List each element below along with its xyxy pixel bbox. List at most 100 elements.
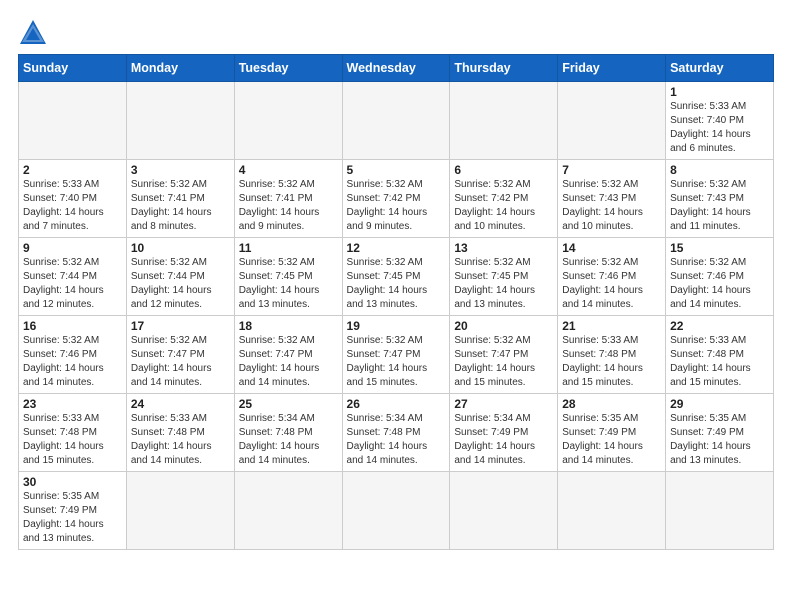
calendar-cell: 6Sunrise: 5:32 AM Sunset: 7:42 PM Daylig… — [450, 160, 558, 238]
day-info: Sunrise: 5:32 AM Sunset: 7:43 PM Dayligh… — [562, 178, 661, 234]
weekday-row: SundayMondayTuesdayWednesdayThursdayFrid… — [19, 55, 774, 82]
calendar-cell: 10Sunrise: 5:32 AM Sunset: 7:44 PM Dayli… — [126, 238, 234, 316]
calendar-cell — [450, 82, 558, 160]
calendar-cell: 2Sunrise: 5:33 AM Sunset: 7:40 PM Daylig… — [19, 160, 127, 238]
calendar-cell: 9Sunrise: 5:32 AM Sunset: 7:44 PM Daylig… — [19, 238, 127, 316]
calendar-cell — [558, 472, 666, 550]
day-info: Sunrise: 5:34 AM Sunset: 7:48 PM Dayligh… — [347, 412, 446, 468]
day-info: Sunrise: 5:32 AM Sunset: 7:46 PM Dayligh… — [23, 334, 122, 390]
day-info: Sunrise: 5:35 AM Sunset: 7:49 PM Dayligh… — [562, 412, 661, 468]
calendar-body: 1Sunrise: 5:33 AM Sunset: 7:40 PM Daylig… — [19, 82, 774, 550]
calendar-cell: 19Sunrise: 5:32 AM Sunset: 7:47 PM Dayli… — [342, 316, 450, 394]
day-info: Sunrise: 5:33 AM Sunset: 7:48 PM Dayligh… — [562, 334, 661, 390]
week-row-2: 9Sunrise: 5:32 AM Sunset: 7:44 PM Daylig… — [19, 238, 774, 316]
calendar-cell: 21Sunrise: 5:33 AM Sunset: 7:48 PM Dayli… — [558, 316, 666, 394]
day-info: Sunrise: 5:32 AM Sunset: 7:42 PM Dayligh… — [454, 178, 553, 234]
calendar-cell — [19, 82, 127, 160]
week-row-3: 16Sunrise: 5:32 AM Sunset: 7:46 PM Dayli… — [19, 316, 774, 394]
day-number: 19 — [347, 319, 446, 333]
week-row-0: 1Sunrise: 5:33 AM Sunset: 7:40 PM Daylig… — [19, 82, 774, 160]
day-number: 5 — [347, 163, 446, 177]
day-number: 2 — [23, 163, 122, 177]
day-info: Sunrise: 5:32 AM Sunset: 7:46 PM Dayligh… — [670, 256, 769, 312]
weekday-header-tuesday: Tuesday — [234, 55, 342, 82]
calendar-cell: 4Sunrise: 5:32 AM Sunset: 7:41 PM Daylig… — [234, 160, 342, 238]
calendar-cell: 17Sunrise: 5:32 AM Sunset: 7:47 PM Dayli… — [126, 316, 234, 394]
calendar-cell — [666, 472, 774, 550]
calendar-cell: 26Sunrise: 5:34 AM Sunset: 7:48 PM Dayli… — [342, 394, 450, 472]
calendar-cell — [126, 472, 234, 550]
day-info: Sunrise: 5:33 AM Sunset: 7:48 PM Dayligh… — [23, 412, 122, 468]
day-info: Sunrise: 5:32 AM Sunset: 7:46 PM Dayligh… — [562, 256, 661, 312]
weekday-header-sunday: Sunday — [19, 55, 127, 82]
calendar-cell: 1Sunrise: 5:33 AM Sunset: 7:40 PM Daylig… — [666, 82, 774, 160]
day-info: Sunrise: 5:32 AM Sunset: 7:41 PM Dayligh… — [239, 178, 338, 234]
calendar-header: SundayMondayTuesdayWednesdayThursdayFrid… — [19, 55, 774, 82]
day-number: 23 — [23, 397, 122, 411]
day-info: Sunrise: 5:33 AM Sunset: 7:48 PM Dayligh… — [131, 412, 230, 468]
calendar-cell: 8Sunrise: 5:32 AM Sunset: 7:43 PM Daylig… — [666, 160, 774, 238]
day-info: Sunrise: 5:35 AM Sunset: 7:49 PM Dayligh… — [23, 490, 122, 546]
day-number: 10 — [131, 241, 230, 255]
calendar-cell: 24Sunrise: 5:33 AM Sunset: 7:48 PM Dayli… — [126, 394, 234, 472]
day-info: Sunrise: 5:33 AM Sunset: 7:48 PM Dayligh… — [670, 334, 769, 390]
calendar: SundayMondayTuesdayWednesdayThursdayFrid… — [18, 54, 774, 550]
day-number: 17 — [131, 319, 230, 333]
calendar-cell: 25Sunrise: 5:34 AM Sunset: 7:48 PM Dayli… — [234, 394, 342, 472]
calendar-cell: 12Sunrise: 5:32 AM Sunset: 7:45 PM Dayli… — [342, 238, 450, 316]
day-number: 15 — [670, 241, 769, 255]
header-area — [18, 18, 774, 46]
day-number: 20 — [454, 319, 553, 333]
calendar-cell — [342, 82, 450, 160]
day-info: Sunrise: 5:32 AM Sunset: 7:47 PM Dayligh… — [347, 334, 446, 390]
day-info: Sunrise: 5:32 AM Sunset: 7:47 PM Dayligh… — [454, 334, 553, 390]
day-info: Sunrise: 5:33 AM Sunset: 7:40 PM Dayligh… — [670, 100, 769, 156]
day-info: Sunrise: 5:35 AM Sunset: 7:49 PM Dayligh… — [670, 412, 769, 468]
day-number: 4 — [239, 163, 338, 177]
calendar-cell — [450, 472, 558, 550]
calendar-cell: 15Sunrise: 5:32 AM Sunset: 7:46 PM Dayli… — [666, 238, 774, 316]
day-number: 27 — [454, 397, 553, 411]
calendar-cell: 18Sunrise: 5:32 AM Sunset: 7:47 PM Dayli… — [234, 316, 342, 394]
day-info: Sunrise: 5:32 AM Sunset: 7:47 PM Dayligh… — [239, 334, 338, 390]
weekday-header-thursday: Thursday — [450, 55, 558, 82]
calendar-cell: 20Sunrise: 5:32 AM Sunset: 7:47 PM Dayli… — [450, 316, 558, 394]
week-row-5: 30Sunrise: 5:35 AM Sunset: 7:49 PM Dayli… — [19, 472, 774, 550]
logo — [18, 18, 52, 46]
calendar-cell: 30Sunrise: 5:35 AM Sunset: 7:49 PM Dayli… — [19, 472, 127, 550]
day-info: Sunrise: 5:32 AM Sunset: 7:45 PM Dayligh… — [454, 256, 553, 312]
calendar-cell: 27Sunrise: 5:34 AM Sunset: 7:49 PM Dayli… — [450, 394, 558, 472]
calendar-cell — [342, 472, 450, 550]
calendar-cell: 23Sunrise: 5:33 AM Sunset: 7:48 PM Dayli… — [19, 394, 127, 472]
calendar-cell: 29Sunrise: 5:35 AM Sunset: 7:49 PM Dayli… — [666, 394, 774, 472]
day-info: Sunrise: 5:32 AM Sunset: 7:44 PM Dayligh… — [23, 256, 122, 312]
calendar-cell — [126, 82, 234, 160]
day-number: 28 — [562, 397, 661, 411]
week-row-4: 23Sunrise: 5:33 AM Sunset: 7:48 PM Dayli… — [19, 394, 774, 472]
calendar-cell: 7Sunrise: 5:32 AM Sunset: 7:43 PM Daylig… — [558, 160, 666, 238]
calendar-cell: 16Sunrise: 5:32 AM Sunset: 7:46 PM Dayli… — [19, 316, 127, 394]
day-number: 12 — [347, 241, 446, 255]
day-number: 7 — [562, 163, 661, 177]
week-row-1: 2Sunrise: 5:33 AM Sunset: 7:40 PM Daylig… — [19, 160, 774, 238]
day-info: Sunrise: 5:32 AM Sunset: 7:44 PM Dayligh… — [131, 256, 230, 312]
calendar-cell — [558, 82, 666, 160]
day-number: 9 — [23, 241, 122, 255]
day-info: Sunrise: 5:32 AM Sunset: 7:45 PM Dayligh… — [239, 256, 338, 312]
day-number: 26 — [347, 397, 446, 411]
day-info: Sunrise: 5:32 AM Sunset: 7:41 PM Dayligh… — [131, 178, 230, 234]
day-number: 13 — [454, 241, 553, 255]
day-info: Sunrise: 5:32 AM Sunset: 7:47 PM Dayligh… — [131, 334, 230, 390]
calendar-cell: 5Sunrise: 5:32 AM Sunset: 7:42 PM Daylig… — [342, 160, 450, 238]
day-info: Sunrise: 5:34 AM Sunset: 7:49 PM Dayligh… — [454, 412, 553, 468]
day-number: 11 — [239, 241, 338, 255]
day-number: 18 — [239, 319, 338, 333]
day-number: 3 — [131, 163, 230, 177]
day-info: Sunrise: 5:34 AM Sunset: 7:48 PM Dayligh… — [239, 412, 338, 468]
calendar-cell — [234, 472, 342, 550]
calendar-cell: 11Sunrise: 5:32 AM Sunset: 7:45 PM Dayli… — [234, 238, 342, 316]
day-number: 1 — [670, 85, 769, 99]
calendar-cell: 13Sunrise: 5:32 AM Sunset: 7:45 PM Dayli… — [450, 238, 558, 316]
page: SundayMondayTuesdayWednesdayThursdayFrid… — [0, 0, 792, 560]
calendar-cell: 22Sunrise: 5:33 AM Sunset: 7:48 PM Dayli… — [666, 316, 774, 394]
